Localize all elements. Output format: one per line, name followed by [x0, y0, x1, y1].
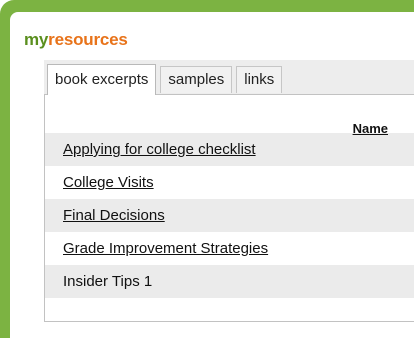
- table-row: Applying for college checklist: [45, 133, 414, 166]
- resource-link[interactable]: College Visits: [63, 174, 154, 191]
- table-row: Grade Improvement Strategies: [45, 232, 414, 265]
- resource-link[interactable]: Applying for college checklist: [63, 141, 256, 158]
- resource-list: Name Applying for college checklist Coll…: [44, 94, 414, 322]
- tab-samples[interactable]: samples: [160, 66, 233, 93]
- table-row: Final Decisions: [45, 199, 414, 232]
- title-prefix: my: [24, 30, 49, 49]
- resource-link[interactable]: Insider Tips 1: [63, 273, 152, 290]
- table-body: Applying for college checklist College V…: [45, 133, 414, 298]
- tab-links[interactable]: links: [236, 66, 283, 93]
- table-header: Name: [45, 95, 414, 136]
- widget-title: myresources: [24, 30, 128, 50]
- title-suffix: resources: [48, 30, 128, 49]
- resource-link[interactable]: Final Decisions: [63, 207, 165, 224]
- table-row: Insider Tips 1: [45, 265, 414, 298]
- table-row: College Visits: [45, 166, 414, 199]
- tab-book-excerpts[interactable]: book excerpts: [47, 64, 157, 95]
- resource-link[interactable]: Grade Improvement Strategies: [63, 240, 268, 257]
- name-column-header[interactable]: Name: [353, 121, 388, 136]
- tab-bar: book excerpts samples links: [47, 64, 283, 95]
